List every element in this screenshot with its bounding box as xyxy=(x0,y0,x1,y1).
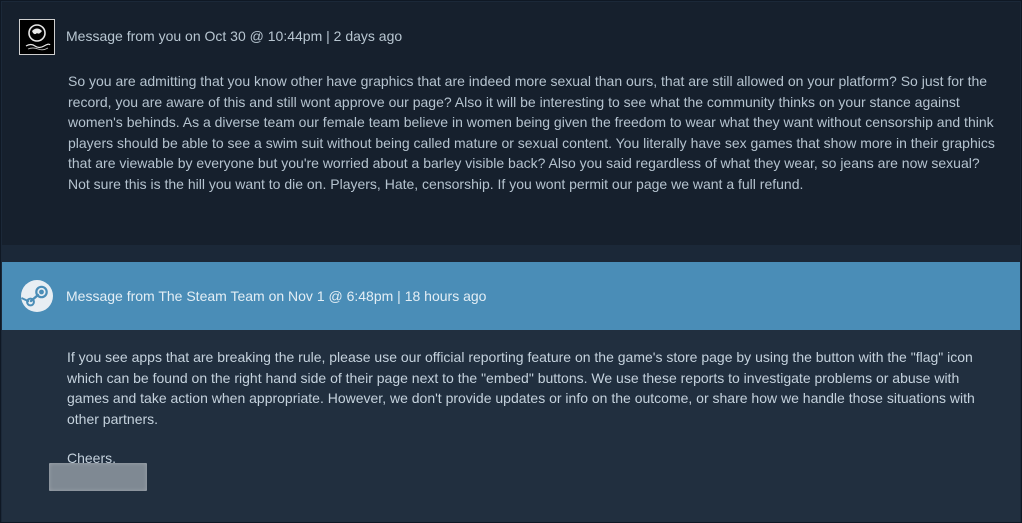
steam-message-header: Message from The Steam Team on Nov 1 @ 6… xyxy=(2,262,1020,330)
avatar-logo-icon xyxy=(20,20,54,54)
message-body: So you are admitting that you know other… xyxy=(68,73,995,192)
message-header-text: Message from you on Oct 30 @ 10:44pm | 2… xyxy=(66,28,403,44)
redacted-signature xyxy=(49,463,147,491)
divider xyxy=(2,245,1020,262)
message-header-text: Message from The Steam Team on Nov 1 @ 6… xyxy=(66,288,487,304)
message-body: If you see apps that are breaking the ru… xyxy=(67,349,975,427)
message-from-you: Message from you on Oct 30 @ 10:44pm | 2… xyxy=(2,2,1020,245)
user-avatar-icon[interactable] xyxy=(19,19,55,55)
message-thread: Message from you on Oct 30 @ 10:44pm | 2… xyxy=(0,0,1022,523)
message-header: Message from you on Oct 30 @ 10:44pm | 2… xyxy=(2,2,1020,60)
steam-logo-icon xyxy=(21,280,53,312)
